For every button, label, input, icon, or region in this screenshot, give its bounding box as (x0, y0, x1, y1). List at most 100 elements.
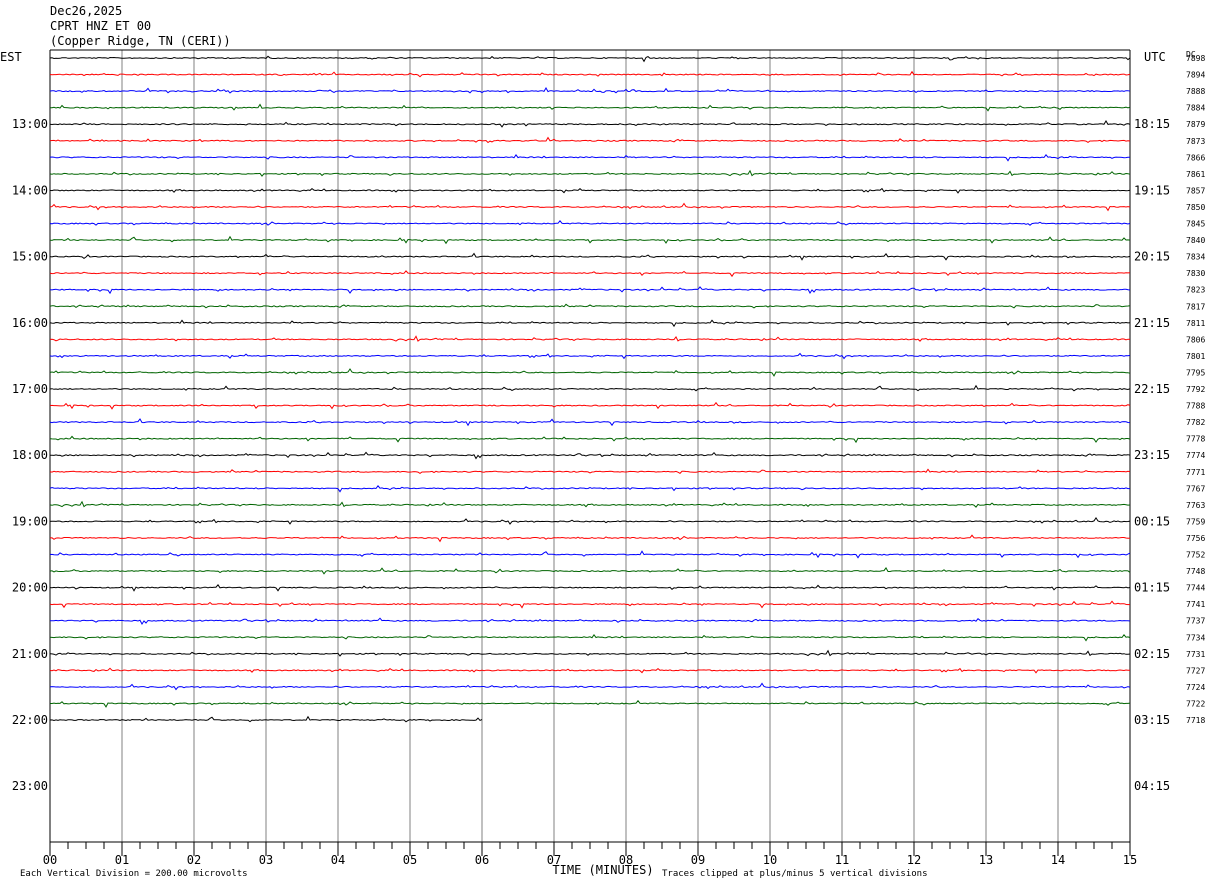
dc-offset-label: 7778 (1186, 435, 1205, 444)
seismic-trace (49, 86, 1131, 94)
est-hour-label: 22:00 (12, 713, 48, 727)
dc-offset-label: 7734 (1186, 633, 1205, 642)
seismic-trace (49, 484, 1130, 493)
dc-offset-label: 7795 (1186, 368, 1205, 377)
seismic-trace (49, 468, 1131, 475)
seismic-trace (49, 120, 1131, 128)
seismic-trace (49, 516, 1131, 525)
utc-axis-label: UTC (1144, 50, 1166, 64)
dc-offset-label: 7782 (1186, 418, 1205, 427)
dc-offset-label: 7879 (1186, 120, 1205, 129)
seismic-trace (49, 500, 1131, 508)
dc-offset-label: 7894 (1186, 71, 1205, 80)
est-hour-label: 23:00 (12, 779, 48, 793)
est-hour-label: 19:00 (12, 514, 48, 528)
dc-offset-label: 7823 (1186, 286, 1205, 295)
est-axis-label: EST (0, 50, 22, 64)
dc-offset-label: 7830 (1186, 269, 1205, 278)
utc-hour-label: 21:15 (1134, 316, 1170, 330)
seismic-trace (50, 451, 1131, 460)
dc-offset-label: 7834 (1186, 253, 1205, 262)
utc-hour-label: 02:15 (1134, 647, 1170, 661)
est-hour-label: 14:00 (12, 183, 48, 197)
seismic-trace (49, 550, 1131, 559)
x-tick-label: 01 (115, 853, 129, 867)
dc-offset-label: 7866 (1186, 153, 1205, 162)
seismic-trace (49, 667, 1131, 674)
dc-offset-label: 7744 (1186, 584, 1205, 593)
dc-offset-label: 7748 (1186, 567, 1205, 576)
clip-note: Traces clipped at plus/minus 5 vertical … (662, 869, 928, 879)
seismic-trace (49, 270, 1131, 278)
dc-offset-label: 7737 (1186, 617, 1205, 626)
x-tick-label: 10 (763, 853, 777, 867)
x-tick-label: 00 (43, 853, 57, 867)
seismic-trace (50, 617, 1131, 625)
x-tick-label: 15 (1123, 853, 1137, 867)
dc-offset-label: 7873 (1186, 137, 1205, 146)
dc-offset-label: 7718 (1186, 716, 1205, 725)
seismic-trace (49, 335, 1131, 342)
x-tick-label: 12 (907, 853, 921, 867)
dc-offset-label: 7840 (1186, 236, 1205, 245)
seismic-trace (50, 103, 1131, 112)
dc-offset-label: 7759 (1186, 517, 1205, 526)
seismic-trace (49, 319, 1131, 328)
x-tick-label: 03 (259, 853, 273, 867)
seismic-trace (49, 534, 1131, 543)
dc-offset-label: 7752 (1186, 551, 1205, 560)
seismic-trace (49, 55, 1131, 63)
seismic-trace (49, 153, 1131, 162)
seismic-trace (49, 219, 1131, 226)
utc-hour-label: 22:15 (1134, 382, 1170, 396)
est-hour-label: 20:00 (12, 581, 48, 595)
dc-offset-label: 7811 (1186, 319, 1205, 328)
helicorder-plot: 00 01 02 03 04 05 06 07 08 09 10 11 12 13 14 1578987894… (0, 49, 1205, 879)
x-tick-label: 05 (403, 853, 417, 867)
utc-hour-label: 18:15 (1134, 117, 1170, 131)
utc-hour-label: 04:15 (1134, 779, 1170, 793)
dc-offset-label: 7727 (1186, 666, 1205, 675)
utc-hour-label: 03:15 (1134, 713, 1170, 727)
dc-offset-label: 7817 (1186, 302, 1205, 311)
seismic-trace (49, 169, 1131, 177)
seismic-trace (49, 401, 1131, 410)
seismic-trace (50, 699, 1131, 708)
dc-header-label: DC (1186, 50, 1196, 59)
seismic-trace (49, 187, 1131, 194)
seismic-trace (49, 435, 1131, 444)
dc-offset-label: 7806 (1186, 335, 1205, 344)
seismic-trace (49, 418, 1131, 427)
x-axis-title: TIME (MINUTES) (552, 863, 653, 877)
x-tick-label: 14 (1051, 853, 1065, 867)
seismic-trace (49, 600, 1131, 609)
seismic-trace (49, 682, 1131, 691)
dc-offset-label: 7774 (1186, 451, 1205, 460)
dc-offset-label: 7724 (1186, 683, 1205, 692)
dc-offset-label: 7741 (1186, 600, 1205, 609)
dc-offset-label: 7771 (1186, 468, 1205, 477)
seismic-trace (49, 235, 1131, 245)
dc-offset-label: 7884 (1186, 104, 1205, 113)
dc-offset-label: 7888 (1186, 87, 1205, 96)
dc-offset-label: 7731 (1186, 650, 1205, 659)
dc-offset-label: 7788 (1186, 402, 1205, 411)
seismic-trace (49, 303, 1131, 309)
utc-hour-label: 01:15 (1134, 581, 1170, 595)
x-tick-label: 04 (331, 853, 345, 867)
dc-offset-label: 7861 (1186, 170, 1205, 179)
est-hour-label: 17:00 (12, 382, 48, 396)
seismic-trace (49, 649, 1131, 657)
est-hour-label: 21:00 (12, 647, 48, 661)
dc-offset-label: 7845 (1186, 220, 1205, 229)
seismic-trace (49, 566, 1131, 575)
seismic-trace (49, 368, 1131, 377)
dc-offset-label: 7767 (1186, 484, 1205, 493)
dc-offset-label: 7792 (1186, 385, 1205, 394)
seismic-trace (49, 583, 1131, 592)
seismic-trace (49, 136, 1131, 144)
est-hour-label: 13:00 (12, 117, 48, 131)
seismic-trace (49, 384, 1131, 392)
scale-note: Each Vertical Division = 200.00 microvol… (20, 869, 248, 879)
est-hour-label: 18:00 (12, 448, 48, 462)
